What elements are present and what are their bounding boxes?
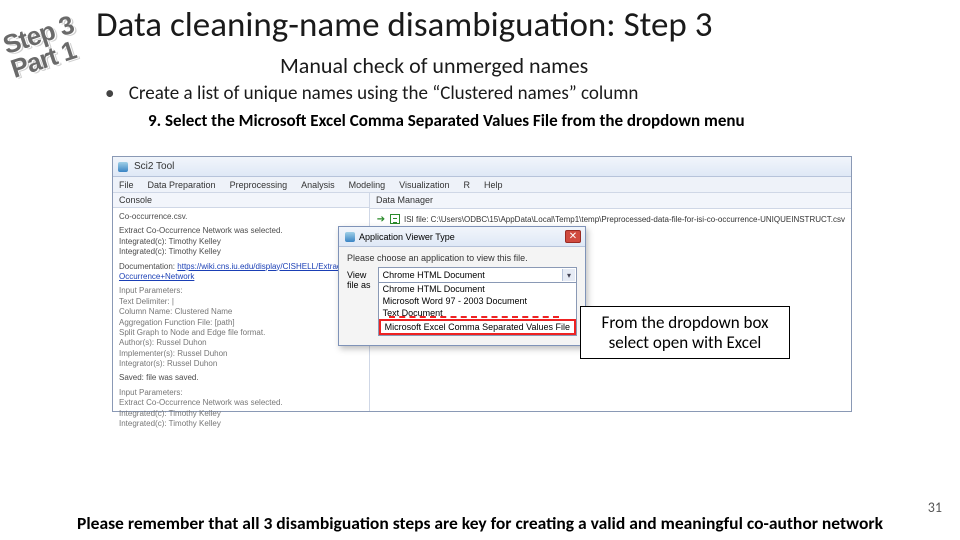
- console-params: Input Parameters: Text Delimiter: | Colu…: [119, 286, 363, 369]
- slide-subtitle: Manual check of unmerged names: [280, 52, 588, 79]
- list-item[interactable]: Chrome HTML Document: [379, 283, 576, 295]
- arrow-icon: ➔: [376, 214, 386, 224]
- menu-r[interactable]: R: [464, 180, 471, 190]
- bullet-line: • Create a list of unique names using th…: [105, 82, 638, 105]
- app-icon: [118, 162, 128, 172]
- window-titlebar: Sci2 Tool: [113, 157, 851, 177]
- table-icon: [390, 214, 400, 224]
- viewer-listbox: Chrome HTML Document Microsoft Word 97 -…: [378, 282, 577, 336]
- callout-box: From the dropdown box select open with E…: [580, 306, 790, 359]
- step-stamp: Step 3 Part 1: [0, 12, 84, 81]
- menu-preprocessing[interactable]: Preprocessing: [230, 180, 288, 190]
- chevron-down-icon: ▾: [562, 269, 575, 281]
- window-title: Sci2 Tool: [134, 161, 174, 172]
- console-line: Co-occurrence.csv.: [119, 212, 363, 222]
- menu-bar: File Data Preparation Preprocessing Anal…: [113, 177, 851, 193]
- console-params2: Input Parameters: Extract Co-Occurrence …: [119, 388, 363, 430]
- viewer-field: View file as Chrome HTML Document ▾ Chro…: [339, 265, 585, 338]
- dm-row[interactable]: ➔ ISI file: C:\Users\ODBC\15\AppData\Loc…: [376, 213, 845, 225]
- menu-data-preparation[interactable]: Data Preparation: [148, 180, 216, 190]
- step9-instruction: 9. Select the Microsoft Excel Comma Sepa…: [148, 110, 745, 131]
- menu-file[interactable]: File: [119, 180, 134, 190]
- console-saved: Saved: file was saved.: [119, 373, 363, 383]
- close-icon: ✕: [569, 231, 577, 242]
- viewer-label: View file as: [347, 267, 372, 290]
- list-item[interactable]: Microsoft Word 97 - 2003 Document: [379, 295, 576, 307]
- slide-title: Data cleaning-name disambiguation: Step …: [96, 4, 712, 46]
- console-block: Extract Co-Occurrence Network was select…: [119, 226, 363, 257]
- footer-note: Please remember that all 3 disambiguatio…: [0, 512, 960, 534]
- bullet-text: Create a list of unique names using the …: [129, 82, 639, 105]
- menu-visualization[interactable]: Visualization: [399, 180, 449, 190]
- console-pane: Console Co-occurrence.csv. Extract Co-Oc…: [113, 193, 370, 411]
- viewer-combo[interactable]: Chrome HTML Document ▾: [378, 267, 577, 283]
- menu-help[interactable]: Help: [484, 180, 503, 190]
- close-button[interactable]: ✕: [565, 230, 581, 243]
- menu-modeling[interactable]: Modeling: [349, 180, 386, 190]
- data-manager-tab[interactable]: Data Manager: [370, 193, 851, 209]
- dialog-title: Application Viewer Type: [359, 232, 455, 242]
- dialog-icon: [345, 232, 355, 242]
- console-content: Co-occurrence.csv. Extract Co-Occurrence…: [113, 208, 369, 437]
- list-item-highlighted[interactable]: Microsoft Excel Comma Separated Values F…: [379, 319, 576, 335]
- highlight-underline: [389, 316, 559, 318]
- combo-selected: Chrome HTML Document: [379, 268, 576, 282]
- viewer-dialog: Application Viewer Type ✕ Please choose …: [338, 226, 586, 346]
- dialog-hint: Please choose an application to view thi…: [339, 247, 585, 265]
- dialog-titlebar: Application Viewer Type: [339, 227, 585, 247]
- console-doc: Documentation: https://wiki.cns.iu.edu/d…: [119, 262, 363, 283]
- menu-analysis[interactable]: Analysis: [301, 180, 335, 190]
- console-tab[interactable]: Console: [113, 193, 369, 208]
- bullet-dot-icon: •: [105, 82, 114, 105]
- slide: Step 3 Part 1 Data cleaning-name disambi…: [0, 0, 960, 540]
